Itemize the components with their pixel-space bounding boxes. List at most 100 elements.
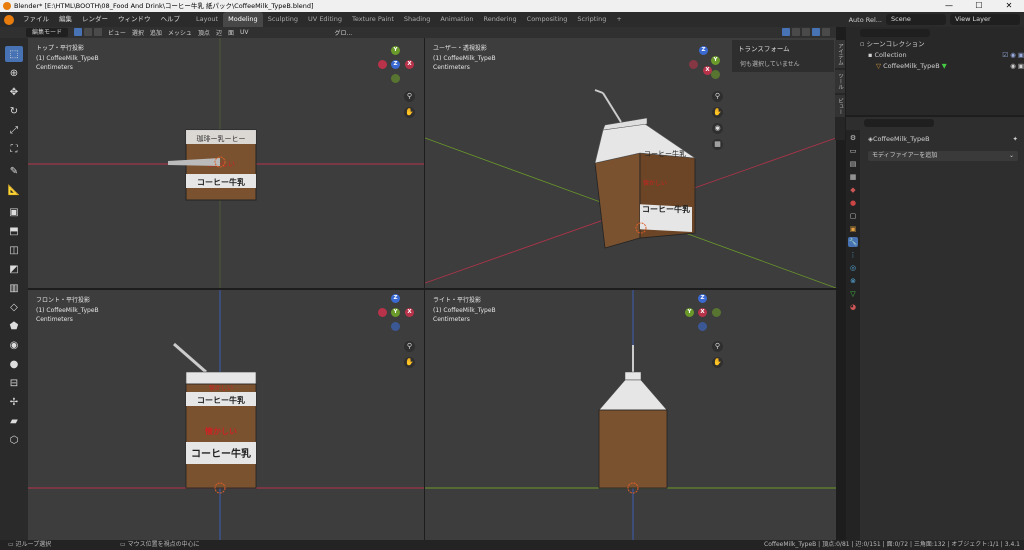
collection-item[interactable]: ▪ Collection ☑ ◉ ▣	[860, 50, 1024, 61]
scene-tab-icon[interactable]: ◆	[848, 185, 858, 195]
mode-selector[interactable]: 編集モード	[26, 28, 69, 37]
viewport-top[interactable]: 珈琲ー乳ーヒー コーヒー牛乳 懐かしい トップ・平行投影 (1) CoffeeM…	[28, 38, 424, 288]
minimize-button[interactable]: —	[934, 0, 964, 12]
nav-gizmo-user[interactable]: Z Y X	[685, 46, 729, 86]
menu-edit[interactable]: 編集	[54, 12, 77, 27]
menu-select[interactable]: 選択	[132, 28, 144, 37]
pan-hand-icon-user[interactable]: ✋	[712, 107, 723, 118]
collection-visibility-icon[interactable]: ☑ ◉ ▣	[1002, 50, 1024, 61]
scene-selector[interactable]: Scene	[886, 14, 946, 25]
select-box-icon[interactable]: ⬚	[5, 46, 23, 62]
menu-edge[interactable]: 辺	[216, 28, 222, 37]
shading-material-icon[interactable]	[812, 27, 821, 36]
menu-vertex[interactable]: 頂点	[198, 28, 210, 37]
pin-icon[interactable]: ✦	[1013, 135, 1018, 143]
poly-build-icon[interactable]: ⬟	[5, 318, 23, 334]
menu-add[interactable]: 追加	[150, 28, 162, 37]
nav-gizmo-top[interactable]: Y Z X	[374, 46, 418, 86]
shrink-fatten-icon[interactable]: ✢	[5, 394, 23, 410]
edge-select-icon[interactable]	[83, 27, 92, 36]
view-layer-tab-icon[interactable]: ▦	[848, 172, 858, 182]
measure-icon[interactable]: 📐	[5, 182, 23, 198]
menu-view[interactable]: ビュー	[108, 28, 126, 37]
shear-icon[interactable]: ▰	[5, 413, 23, 429]
zoom-icon[interactable]: ⚲	[404, 91, 415, 102]
zoom-icon-front[interactable]: ⚲	[404, 341, 415, 352]
extrude-icon[interactable]: ⬒	[5, 223, 23, 239]
constraints-tab-icon[interactable]: ⊗	[848, 276, 858, 286]
menu-window[interactable]: ウィンドウ	[113, 12, 156, 27]
move-icon[interactable]: ✥	[5, 84, 23, 100]
close-button[interactable]: ✕	[994, 0, 1024, 12]
tab-sculpting[interactable]: Sculpting	[263, 12, 303, 27]
spin-icon[interactable]: ◉	[5, 337, 23, 353]
physics-tab-icon[interactable]: ◎	[848, 263, 858, 273]
tab-item[interactable]: アイテム	[835, 40, 845, 68]
transform-orientation[interactable]: グロ...	[334, 28, 352, 37]
modifier-tab-icon[interactable]: 🔧	[848, 237, 858, 247]
knife-icon[interactable]: ◇	[5, 299, 23, 315]
menu-uv[interactable]: UV	[240, 29, 249, 36]
rotate-icon[interactable]: ↻	[5, 103, 23, 119]
tab-compositing[interactable]: Compositing	[522, 12, 573, 27]
menu-render[interactable]: レンダー	[77, 12, 113, 27]
inset-icon[interactable]: ◫	[5, 242, 23, 258]
maximize-button[interactable]: ☐	[964, 0, 994, 12]
face-select-icon[interactable]	[93, 27, 102, 36]
view-layer-selector[interactable]: View Layer	[950, 14, 1020, 25]
smooth-icon[interactable]: ●	[5, 356, 23, 372]
shading-render-icon[interactable]	[822, 27, 830, 36]
scene-collection-item[interactable]: ▫ シーンコレクション	[860, 39, 1024, 50]
nav-gizmo-right[interactable]: Z X Y	[681, 294, 725, 334]
blender-menu-icon[interactable]	[4, 14, 14, 25]
viewport-front[interactable]: 懐かしい コーヒー牛乳 懐かしい コーヒー牛乳 フロント・平行投影 (1) Co…	[28, 290, 424, 540]
menu-file[interactable]: ファイル	[18, 12, 54, 27]
tab-layout[interactable]: Layout	[191, 12, 223, 27]
pan-hand-icon-front[interactable]: ✋	[404, 357, 415, 368]
outliner-search-input[interactable]	[860, 29, 930, 37]
auto-relink-label[interactable]: Auto Rel...	[849, 16, 882, 24]
object-item[interactable]: ▽ CoffeeMilk_TypeB ▼ ◉ ▣	[860, 61, 1024, 72]
annotate-icon[interactable]: ✎	[5, 163, 23, 179]
tab-modeling[interactable]: Modeling	[223, 12, 263, 27]
viewport-user[interactable]: コーヒー牛乳 懐かしい コーヒー牛乳 ユーザー・透視投影 (1) CoffeeM…	[425, 38, 836, 288]
object-tab-icon[interactable]: ▣	[848, 224, 858, 234]
loop-cut-icon[interactable]: ▥	[5, 280, 23, 296]
add-workspace-button[interactable]: +	[611, 12, 626, 27]
data-tab-icon[interactable]: ▽	[848, 289, 858, 299]
camera-icon[interactable]: ◉	[712, 123, 723, 134]
tab-scripting[interactable]: Scripting	[572, 12, 611, 27]
tab-view[interactable]: ビュー	[835, 94, 845, 117]
transform-panel-header[interactable]: トランスフォーム	[732, 40, 834, 56]
zoom-icon-user[interactable]: ⚲	[712, 91, 723, 102]
menu-help[interactable]: ヘルプ	[156, 12, 186, 27]
pan-hand-icon-right[interactable]: ✋	[712, 357, 723, 368]
overlay-icon[interactable]	[782, 27, 791, 36]
bevel-icon[interactable]: ◩	[5, 261, 23, 277]
tab-uv-editing[interactable]: UV Editing	[303, 12, 347, 27]
rip-icon[interactable]: ⬡	[5, 432, 23, 448]
cursor-icon[interactable]: ⊕	[5, 65, 23, 81]
menu-face[interactable]: 面	[228, 28, 234, 37]
viewport-right[interactable]: ライト・平行投影 (1) CoffeeMilk_TypeB Centimeter…	[425, 290, 836, 540]
scale-icon[interactable]: ⤢	[5, 122, 23, 138]
transform-icon[interactable]: ⛶	[5, 141, 23, 157]
object-visibility-icon[interactable]: ◉ ▣	[1010, 61, 1024, 72]
tool-tab-icon[interactable]: ⚙	[848, 133, 858, 143]
zoom-icon-right[interactable]: ⚲	[712, 341, 723, 352]
shading-solid-icon[interactable]	[802, 27, 811, 36]
nav-gizmo-front[interactable]: Z Y X	[374, 294, 418, 334]
properties-search-input[interactable]	[864, 119, 934, 127]
add-cube-icon[interactable]: ▣	[5, 204, 23, 220]
world-tab-icon[interactable]: ●	[848, 198, 858, 208]
tab-shading[interactable]: Shading	[399, 12, 435, 27]
render-tab-icon[interactable]: ▭	[848, 146, 858, 156]
collection-tab-icon[interactable]: ▢	[848, 211, 858, 221]
material-tab-icon[interactable]: ◕	[848, 302, 858, 312]
tab-texture-paint[interactable]: Texture Paint	[347, 12, 399, 27]
add-modifier-button[interactable]: モディファイアーを追加 ⌄	[868, 151, 1018, 161]
grid-toggle-icon[interactable]: ▦	[712, 139, 723, 150]
tab-rendering[interactable]: Rendering	[478, 12, 521, 27]
tab-animation[interactable]: Animation	[435, 12, 478, 27]
output-tab-icon[interactable]: ▤	[848, 159, 858, 169]
